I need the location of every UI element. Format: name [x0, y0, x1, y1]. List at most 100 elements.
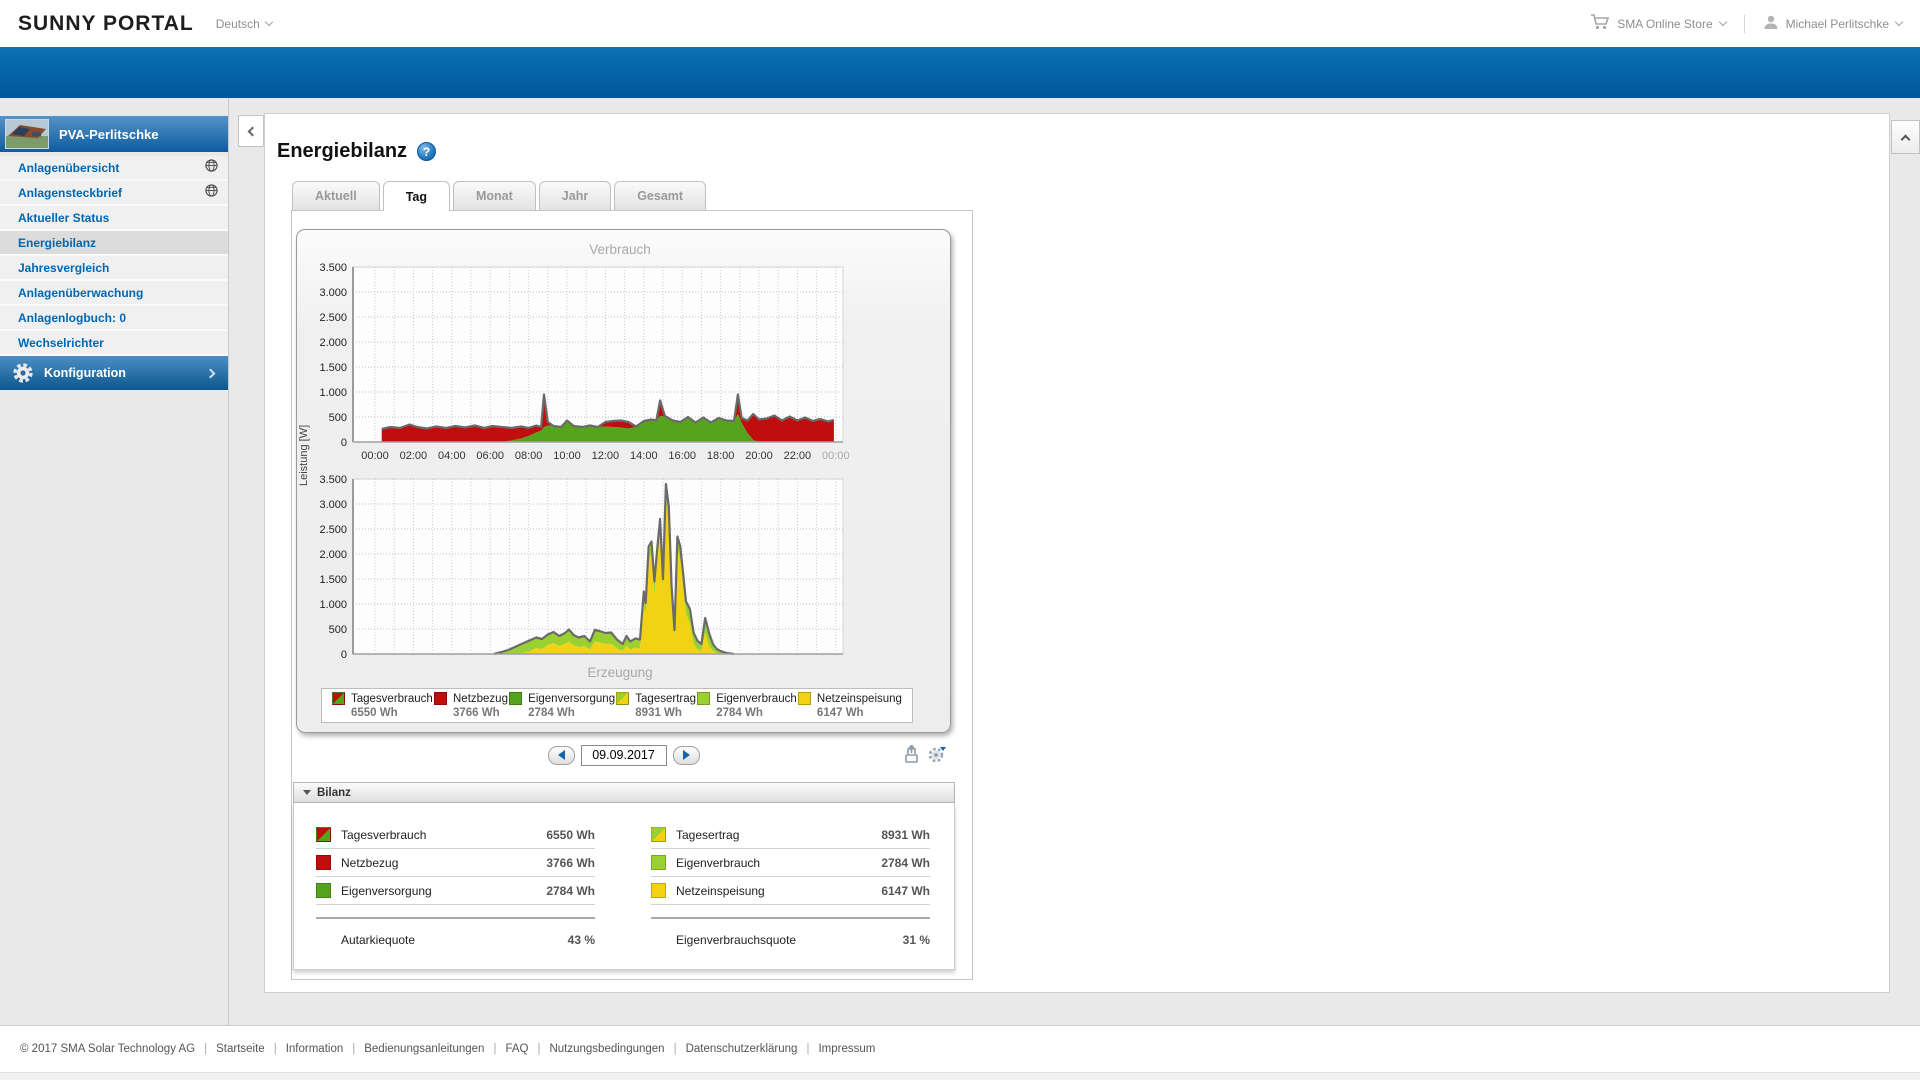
y-axis-label: Leistung [W]	[298, 424, 310, 486]
chart-legend: Tagesverbrauch 6550 Wh Netzbezug 3766 Wh Eig…	[321, 688, 913, 723]
sidebar-item-6[interactable]: Anlagenüberwachung	[0, 281, 228, 306]
footer-link-information[interactable]: Information	[286, 1043, 344, 1055]
footer-link-impressum[interactable]: Impressum	[818, 1043, 875, 1055]
user-name: Michael Perlitschke	[1785, 16, 1889, 31]
page-title: Energiebilanz	[277, 140, 408, 162]
tab-content: 0 500 1.000 1.500 2.000 2.500 3.000 3.500 00:00 0…	[291, 210, 973, 980]
footer-separator: |	[673, 1043, 677, 1055]
sma-online-store-menu[interactable]: SMA Online Store	[1590, 14, 1727, 33]
store-label: SMA Online Store	[1617, 16, 1713, 31]
footer-separator: |	[273, 1043, 277, 1055]
plant-header[interactable]: PVA-Perlitschke	[0, 116, 228, 152]
bilanz-swatch	[651, 827, 666, 842]
sidebar-item-7[interactable]: Anlagenlogbuch: 0	[0, 306, 228, 331]
sidebar-item-8[interactable]: Wechselrichter	[0, 331, 228, 356]
chevron-left-icon	[247, 126, 258, 136]
svg-text:08:00: 08:00	[515, 450, 543, 462]
legend-item: Eigenversorgung 2784 Wh	[509, 692, 615, 720]
bilanz-quota-row: Eigenverbrauchsquote 31 %	[651, 927, 930, 953]
legend-item-top: Tagesverbrauch	[332, 692, 433, 706]
sidebar-item-konfiguration[interactable]: Konfiguration	[0, 356, 228, 390]
next-day-button[interactable]	[672, 745, 700, 765]
globe-icon	[205, 183, 218, 202]
sidebar-item-label: Anlagenlogbuch: 0	[18, 310, 126, 325]
bilanz-quota-value: 43 %	[567, 933, 595, 947]
chevron-right-icon	[205, 368, 216, 378]
user-menu[interactable]: Michael Perlitschke	[1763, 14, 1904, 33]
tab-aktuell[interactable]: Aktuell	[292, 181, 380, 210]
date-input[interactable]	[580, 744, 667, 766]
legend-label: Tagesertrag	[635, 692, 697, 705]
legend-item: Tagesverbrauch 6550 Wh	[332, 692, 433, 720]
legend-value: 2784 Wh	[716, 706, 763, 719]
tab-monat[interactable]: Monat	[452, 181, 536, 210]
legend-item: Netzeinspeisung 6147 Wh	[797, 692, 902, 720]
bilanz-row-label: Tagesertrag	[676, 827, 740, 842]
svg-text:22:00: 22:00	[784, 450, 812, 462]
tab-jahr[interactable]: Jahr	[538, 181, 612, 210]
export-icon[interactable]	[903, 744, 920, 768]
language-selector[interactable]: Deutsch	[216, 17, 274, 31]
legend-label: Netzbezug	[453, 692, 508, 705]
bilanz-panel: Bilanz Tagesverbrauch 6550 Wh Netzbezug 376…	[293, 782, 955, 970]
svg-text:1.000: 1.000	[319, 599, 347, 611]
erzeugung-chart: 0 500 1.000 1.500 2.000 2.500 3.000 3.500 Erzeug…	[319, 474, 844, 680]
sidebar-item-2[interactable]: Anlagensteckbrief	[0, 181, 228, 206]
sidebar-item-label: Anlagensteckbrief	[18, 185, 123, 200]
bilanz-column: Tagesverbrauch 6550 Wh Netzbezug 3766 Wh Eig…	[316, 821, 595, 953]
topbar: SUNNY PORTAL Deutsch SMA Online Store Mi…	[0, 0, 1920, 47]
svg-text:16:00: 16:00	[668, 450, 696, 462]
footer-link-faq[interactable]: FAQ	[505, 1043, 528, 1055]
scroll-top-button[interactable]	[1891, 120, 1920, 154]
legend-item-top: Netzeinspeisung	[797, 692, 902, 706]
footer-link-bedienungsanleitungen[interactable]: Bedienungsanleitungen	[364, 1043, 484, 1055]
sidebar-menu: Anlagenübersicht Anlagensteckbrief Aktuell…	[0, 156, 228, 356]
chevron-down-icon	[1718, 17, 1727, 27]
sidebar-item-label: Anlagenübersicht	[18, 160, 120, 175]
svg-text:14:00: 14:00	[630, 450, 658, 462]
chevron-down-icon	[1894, 17, 1904, 27]
help-icon[interactable]: ?	[417, 142, 437, 161]
sidebar: PVA-Perlitschke Anlagenübersicht Anlagens…	[0, 98, 228, 390]
bilanz-row-value: 2784 Wh	[546, 883, 595, 898]
footer-link-nutzungsbedingungen[interactable]: Nutzungsbedingungen	[549, 1043, 664, 1055]
bilanz-header[interactable]: Bilanz	[293, 782, 955, 803]
bilanz-row: Eigenverbrauch 2784 Wh	[651, 849, 930, 877]
bilanz-swatch	[651, 855, 666, 870]
bilanz-row-label: Eigenversorgung	[341, 883, 432, 898]
svg-text:00:00: 00:00	[361, 450, 389, 462]
footer-links: | Startseite | Information | Bedienungsanleit…	[195, 1043, 875, 1055]
legend-value: 8931 Wh	[635, 706, 682, 719]
legend-item-top: Tagesertrag	[616, 692, 696, 706]
sidebar-item-4[interactable]: Energiebilanz	[0, 231, 228, 256]
sidebar-item-5[interactable]: Jahresvergleich	[0, 256, 228, 281]
verbrauch-chart: 0 500 1.000 1.500 2.000 2.500 3.000 3.500 00:00 0…	[319, 242, 849, 462]
user-icon	[1763, 14, 1779, 33]
sidebar-item-3[interactable]: Aktueller Status	[0, 206, 228, 231]
chart-settings-gear-icon[interactable]	[927, 745, 947, 768]
svg-text:2.000: 2.000	[319, 337, 347, 349]
sidebar-item-1[interactable]: Anlagenübersicht	[0, 156, 228, 181]
svg-text:3.000: 3.000	[319, 287, 347, 299]
topbar-divider	[1743, 14, 1745, 33]
svg-text:3.500: 3.500	[319, 262, 347, 274]
collapse-sidebar-button[interactable]	[238, 115, 264, 147]
svg-text:3.500: 3.500	[319, 474, 347, 486]
tab-gesamt[interactable]: Gesamt	[614, 181, 707, 210]
bilanz-row-label: Tagesverbrauch	[341, 827, 427, 842]
footer-link-datenschutzerklärung[interactable]: Datenschutzerklärung	[686, 1043, 798, 1055]
svg-text:Verbrauch: Verbrauch	[589, 242, 651, 257]
footer-link-startseite[interactable]: Startseite	[216, 1043, 265, 1055]
triangle-left-icon	[557, 750, 565, 760]
sidebar-item-label: Wechselrichter	[18, 335, 104, 350]
svg-text:2.000: 2.000	[319, 549, 347, 561]
svg-text:0: 0	[341, 649, 347, 661]
bilanz-column: Tagesertrag 8931 Wh Eigenverbrauch 2784 Wh N…	[651, 821, 930, 953]
tab-tag[interactable]: Tag	[382, 181, 450, 211]
bilanz-separator	[651, 917, 930, 919]
bilanz-quota-label: Eigenverbrauchsquote	[676, 933, 797, 947]
previous-day-button[interactable]	[547, 745, 575, 765]
sidebar-item-label: Energiebilanz	[18, 235, 97, 250]
footer-separator: |	[537, 1043, 541, 1055]
legend-label: Netzeinspeisung	[816, 692, 902, 705]
